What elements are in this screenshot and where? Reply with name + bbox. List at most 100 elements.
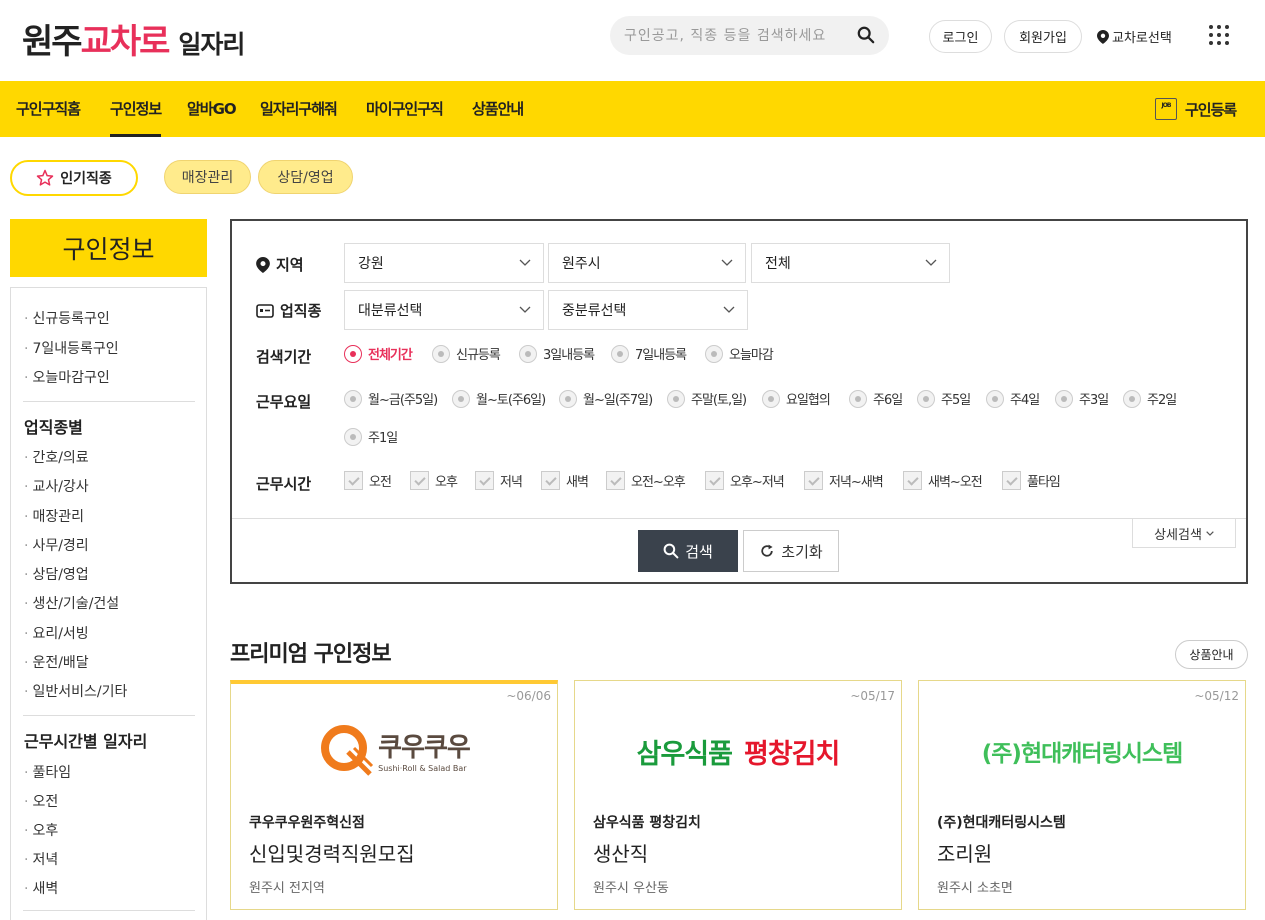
premium-section-title: 프리미엄 구인정보 — [230, 642, 392, 667]
job-register-label: 구인등록 — [1185, 100, 1237, 119]
logo-text-green: 삼우식품 — [636, 738, 733, 770]
period-option-7days[interactable]: 7일내등록 — [611, 344, 687, 363]
sidebar-item-production[interactable]: 생산/기술/건설 — [24, 593, 119, 613]
header: 원주 교차로 일자리 로그인 회원가입 교차로선택 — [0, 0, 1265, 80]
logo-part1: 원주 — [22, 22, 83, 62]
days-option[interactable]: 월~금(주5일) — [344, 389, 438, 408]
card-company: (주)현대캐터링시스템 — [937, 815, 1066, 831]
days-option[interactable]: 주2일 — [1123, 389, 1177, 408]
nav-item-my-page[interactable]: 마이구인구직 — [366, 81, 444, 137]
hours-option[interactable]: 풀타임 — [1002, 471, 1061, 490]
hours-label: 근무시간 — [256, 475, 312, 493]
days-option[interactable]: 주3일 — [1055, 389, 1109, 408]
days-option[interactable]: 요일협의 — [762, 389, 831, 408]
radio-icon — [611, 344, 629, 363]
sidebar-item-morning[interactable]: 오전 — [24, 791, 58, 811]
period-option-3days[interactable]: 3일내등록 — [519, 344, 595, 363]
premium-card[interactable]: ~05/12 (주)현대캐터링시스템 (주)현대캐터링시스템 조리원 원주시 소… — [918, 680, 1246, 910]
hours-option[interactable]: 오후~저녁 — [705, 471, 785, 490]
sidebar-link-today-close[interactable]: 오늘마감구인 — [24, 367, 109, 387]
join-button[interactable]: 회원가입 — [1004, 20, 1082, 53]
period-option-today[interactable]: 오늘마감 — [705, 344, 774, 363]
chevron-down-icon — [519, 306, 531, 313]
days-option[interactable]: 주말(토,일) — [667, 389, 747, 408]
search-input[interactable] — [624, 25, 854, 47]
days-option[interactable]: 주1일 — [344, 427, 398, 446]
sidebar-item-teacher[interactable]: 교사/강사 — [24, 476, 88, 496]
days-option[interactable]: 주4일 — [986, 389, 1040, 408]
nav-item-albago[interactable]: 알바GO — [187, 81, 237, 137]
card-company: 쿠우쿠우원주혁신점 — [249, 815, 365, 831]
popular-jobs-button[interactable]: 인기직종 — [10, 160, 138, 196]
star-icon — [36, 169, 54, 186]
region-province-select[interactable]: 강원 — [344, 243, 544, 283]
search-panel: 지역 강원 원주시 전체 업직종 대분류선택 중분류선택 검색기간 전체기간 신… — [230, 219, 1248, 584]
logo-text: (주)현대캐터링시스템 — [981, 741, 1183, 767]
main-nav: 구인구직홈 구인정보 알바GO 일자리구해줘 마이구인구직 상품안내 JOB 구… — [0, 81, 1265, 137]
days-option[interactable]: 주5일 — [917, 389, 971, 408]
card-title: 생산직 — [593, 842, 649, 866]
nav-item-home[interactable]: 구인구직홈 — [16, 81, 81, 137]
region-label: 지역 — [256, 254, 304, 275]
sidebar-item-office[interactable]: 사무/경리 — [24, 535, 88, 555]
sidebar-title: 구인정보 — [10, 219, 207, 277]
sidebar-item-afternoon[interactable]: 오후 — [24, 820, 58, 840]
hours-option[interactable]: 오전 — [344, 471, 392, 490]
sidebar-item-sales[interactable]: 상담/영업 — [24, 564, 88, 584]
product-info-button[interactable]: 상품안내 — [1175, 640, 1248, 669]
hours-option[interactable]: 오전~오후 — [606, 471, 686, 490]
tag-sales-consulting[interactable]: 상담/영업 — [258, 160, 353, 194]
days-option[interactable]: 월~토(주6일) — [452, 389, 546, 408]
card-company: 삼우식품 평창김치 — [593, 815, 701, 831]
hours-option[interactable]: 새벽 — [541, 471, 589, 490]
sidebar-item-driving[interactable]: 운전/배달 — [24, 652, 88, 672]
checkbox-icon — [475, 471, 494, 490]
nav-item-products[interactable]: 상품안내 — [472, 81, 524, 137]
tag-store-management[interactable]: 매장관리 — [164, 160, 251, 194]
chevron-down-icon — [519, 259, 531, 266]
login-button[interactable]: 로그인 — [929, 20, 992, 53]
job-doc-icon: JOB — [1155, 98, 1177, 120]
sidebar-link-new[interactable]: 신규등록구인 — [24, 308, 109, 328]
region-select-button[interactable]: 교차로선택 — [1097, 27, 1172, 46]
hours-option[interactable]: 저녁 — [475, 471, 523, 490]
hours-option[interactable]: 오후 — [410, 471, 458, 490]
search-box — [610, 16, 889, 55]
sidebar-item-fulltime[interactable]: 풀타임 — [24, 762, 71, 782]
site-logo[interactable]: 원주 교차로 일자리 — [22, 14, 245, 62]
sidebar-item-dawn[interactable]: 새벽 — [24, 878, 58, 898]
sidebar-link-7days[interactable]: 7일내등록구인 — [24, 338, 118, 358]
panel-divider — [232, 518, 1246, 519]
period-option-new[interactable]: 신규등록 — [432, 344, 501, 363]
region-city-select[interactable]: 원주시 — [548, 243, 746, 283]
detail-search-button[interactable]: 상세검색 — [1132, 519, 1236, 548]
sidebar-item-nursing[interactable]: 간호/의료 — [24, 447, 88, 467]
reset-button[interactable]: 초기화 — [743, 530, 839, 572]
days-option[interactable]: 월~일(주7일) — [559, 389, 653, 408]
checkbox-icon — [1002, 471, 1021, 490]
sidebar-item-cooking[interactable]: 요리/서빙 — [24, 623, 88, 643]
premium-card[interactable]: ~05/17 삼우식품 평창김치 삼우식품 평창김치 생산직 원주시 우산동 — [574, 680, 902, 910]
search-icon[interactable] — [857, 26, 875, 44]
category-sub-select[interactable]: 중분류선택 — [548, 290, 748, 330]
search-button[interactable]: 검색 — [638, 530, 738, 572]
card-location: 원주시 우산동 — [593, 881, 669, 896]
period-option-all[interactable]: 전체기간 — [344, 344, 413, 363]
company-logo: 쿠우쿠우 Sushi·Roll & Salad Bar — [231, 720, 557, 780]
radio-icon — [452, 389, 470, 408]
nav-item-find-job[interactable]: 일자리구해줘 — [260, 81, 338, 137]
sidebar-item-store[interactable]: 매장관리 — [24, 506, 84, 526]
region-district-select[interactable]: 전체 — [751, 243, 950, 283]
hours-option[interactable]: 새벽~오전 — [903, 471, 983, 490]
sidebar-menu: 신규등록구인 7일내등록구인 오늘마감구인 업직종별 간호/의료 교사/강사 매… — [10, 287, 207, 920]
hours-option[interactable]: 저녁~새벽 — [804, 471, 884, 490]
premium-card[interactable]: ~06/06 쿠우쿠우 Sushi·Roll & Salad Bar 쿠우쿠우원… — [230, 680, 558, 910]
apps-grid-icon[interactable] — [1209, 25, 1229, 45]
sidebar-item-service[interactable]: 일반서비스/기타 — [24, 681, 127, 701]
days-option[interactable]: 주6일 — [849, 389, 903, 408]
job-register-button[interactable]: JOB 구인등록 — [1155, 98, 1237, 120]
sidebar-item-evening[interactable]: 저녁 — [24, 849, 58, 869]
category-main-select[interactable]: 대분류선택 — [344, 290, 544, 330]
nav-item-job-info[interactable]: 구인정보 — [110, 81, 162, 137]
checkbox-icon — [344, 471, 363, 490]
